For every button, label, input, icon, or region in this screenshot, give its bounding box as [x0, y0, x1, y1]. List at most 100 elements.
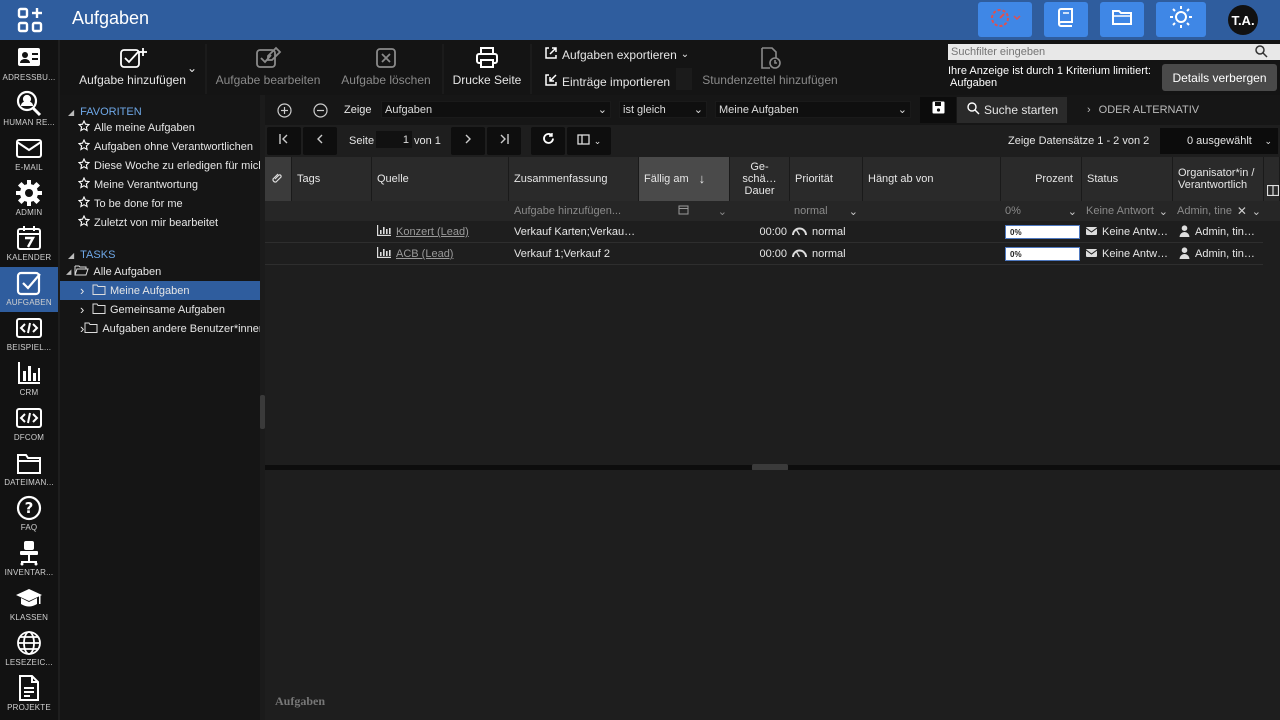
- tree-item-folder[interactable]: › Meine Aufgaben: [60, 281, 260, 300]
- columns-button[interactable]: ⌄: [567, 127, 611, 155]
- tree-item-all-tasks[interactable]: ◢ Alle Aufgaben: [60, 262, 260, 281]
- filter-operator-select[interactable]: ist gleich ⌄: [619, 101, 707, 118]
- refresh-button[interactable]: [531, 127, 565, 155]
- or-alternative-toggle[interactable]: › ODER ALTERNATIV: [1087, 104, 1199, 116]
- nav-item-label: CRM: [19, 388, 39, 397]
- remove-filter-icon[interactable]: [313, 103, 328, 123]
- favorite-item[interactable]: Meine Verantwortung: [60, 175, 260, 194]
- save-icon: [932, 101, 945, 119]
- col-source[interactable]: Quelle: [372, 157, 509, 201]
- lead-chart-icon: [377, 225, 391, 239]
- page-label: Seite: [349, 135, 375, 147]
- export-tasks-button[interactable]: Aufgaben exportieren ⌄: [544, 46, 689, 63]
- delete-task-button[interactable]: Aufgabe löschen: [330, 40, 442, 95]
- nav-item-folder[interactable]: DATEIMAN...: [0, 447, 58, 492]
- table-row[interactable]: Konzert (Lead) Verkauf Karten;Verkau… 00:0…: [265, 221, 1263, 243]
- prev-page-button[interactable]: [303, 127, 337, 155]
- nav-item-task-check[interactable]: AUFGABEN: [0, 267, 58, 312]
- chevron-right-icon: ›: [80, 283, 85, 298]
- start-search-button[interactable]: Suche starten: [957, 97, 1067, 123]
- nav-item-question[interactable]: ? FAQ: [0, 492, 58, 537]
- nav-item-chair[interactable]: INVENTAR...: [0, 537, 58, 582]
- star-icon: [77, 138, 91, 154]
- nav-item-gear[interactable]: ADMIN: [0, 177, 58, 222]
- add-filter-icon[interactable]: [277, 103, 292, 123]
- percent-filter-select[interactable]: 0% ⌄: [1002, 204, 1080, 218]
- tree-item-folder[interactable]: › Gemeinsame Aufgaben: [60, 300, 260, 319]
- nav-item-addressbook[interactable]: ADRESSBU...: [0, 42, 58, 87]
- save-filter-button[interactable]: [920, 97, 956, 123]
- nav-item-label: AUFGABEN: [6, 298, 52, 307]
- nav-item-code[interactable]: DFCOM: [0, 402, 58, 447]
- first-page-button[interactable]: [267, 127, 301, 155]
- theme-button[interactable]: [1156, 2, 1206, 37]
- status-filter-select[interactable]: Keine Antwort ⌄: [1083, 204, 1171, 218]
- hide-details-button[interactable]: Details verbergen: [1162, 64, 1277, 91]
- source-link[interactable]: ACB (Lead): [396, 248, 453, 260]
- nav-item-calendar[interactable]: KALENDER: [0, 222, 58, 267]
- print-button[interactable]: Drucke Seite: [446, 40, 528, 95]
- col-estimated-duration[interactable]: Ge- schä… Dauer: [730, 157, 790, 201]
- col-organizer[interactable]: Organisator*in / Verantwortlich: [1173, 157, 1264, 201]
- tree-item-folder[interactable]: › Aufgaben andere Benutzer*innen: [60, 319, 260, 338]
- col-summary[interactable]: Zusammenfassung: [509, 157, 639, 201]
- book-button[interactable]: [1044, 2, 1088, 37]
- organizer-filter-select[interactable]: Admin, tine ✕ ⌄: [1174, 204, 1264, 218]
- stopwatch-button[interactable]: [978, 2, 1032, 37]
- filter-field-select[interactable]: Aufgaben ⌄: [381, 101, 611, 118]
- chevron-left-icon: [314, 132, 326, 150]
- nav-item-mail[interactable]: E-MAIL: [0, 132, 58, 177]
- favorite-item[interactable]: Alle meine Aufgaben: [60, 118, 260, 137]
- separator: [205, 44, 207, 94]
- priority-filter-select[interactable]: normal ⌄: [791, 204, 861, 218]
- col-depends-on[interactable]: Hängt ab von: [863, 157, 1001, 201]
- col-percent[interactable]: Prozent: [1001, 157, 1082, 201]
- page-input[interactable]: [376, 131, 412, 148]
- clear-icon[interactable]: ✕: [1237, 204, 1247, 218]
- edit-task-button[interactable]: Aufgabe bearbeiten: [208, 40, 328, 95]
- filter-value-select[interactable]: Meine Aufgaben ⌄: [715, 101, 911, 118]
- import-entries-button[interactable]: Einträge importieren: [544, 73, 670, 90]
- favorite-item[interactable]: Zuletzt von mir bearbeitet: [60, 213, 260, 232]
- column-label: Priorität: [795, 173, 833, 185]
- nav-item-code[interactable]: BEISPIEL...: [0, 312, 58, 357]
- add-task-menu-button[interactable]: ⌄: [182, 40, 202, 95]
- apps-grid-icon[interactable]: [16, 6, 44, 34]
- col-due-date[interactable]: Fällig am ↓: [639, 157, 730, 201]
- task-delete-icon: [330, 46, 442, 70]
- export-icon: [544, 46, 558, 63]
- favorite-item[interactable]: Aufgaben ohne Verantwortlichen: [60, 137, 260, 156]
- folder-label: Gemeinsame Aufgaben: [110, 303, 225, 316]
- col-priority[interactable]: Priorität: [790, 157, 863, 201]
- folder-button[interactable]: [1100, 2, 1144, 37]
- nav-item-document[interactable]: PROJEKTE: [0, 672, 58, 717]
- next-page-button[interactable]: [451, 127, 485, 155]
- col-status[interactable]: Status: [1082, 157, 1173, 201]
- favorite-item[interactable]: To be done for me: [60, 194, 260, 213]
- col-tags[interactable]: Tags: [292, 157, 372, 201]
- selection-dropdown[interactable]: 0 ausgewählt ⌄: [1160, 128, 1278, 154]
- source-link[interactable]: Konzert (Lead): [396, 226, 469, 238]
- detail-panel: Aufgaben: [265, 470, 1280, 720]
- column-chooser-icon[interactable]: [1266, 183, 1280, 201]
- last-page-icon: [498, 132, 510, 150]
- favorite-label: To be done for me: [94, 197, 183, 210]
- favorite-item[interactable]: Diese Woche zu erledigen für mich: [60, 156, 260, 175]
- organizer-cell: Admin, tin…: [1179, 221, 1265, 243]
- search-input[interactable]: [948, 44, 1280, 60]
- add-timesheet-button[interactable]: Stundenzettel hinzufügen: [694, 40, 846, 95]
- search-icon[interactable]: [1255, 45, 1268, 63]
- favorites-header[interactable]: ◢ FAVORITEN: [68, 106, 142, 118]
- nav-item-globe[interactable]: LESEZEIC...: [0, 627, 58, 672]
- last-page-button[interactable]: [487, 127, 521, 155]
- avatar[interactable]: T.A.: [1228, 5, 1258, 35]
- nav-item-bar-chart[interactable]: CRM: [0, 357, 58, 402]
- summary-filter-input[interactable]: Aufgabe hinzufügen...: [511, 204, 637, 218]
- attachment-column[interactable]: [265, 157, 292, 201]
- tasks-header[interactable]: ◢ TASKS: [68, 249, 115, 261]
- nav-item-person-search[interactable]: HUMAN RE...: [0, 87, 58, 132]
- due-date-filter[interactable]: ⌄: [675, 204, 730, 218]
- nav-item-graduation-cap[interactable]: KLASSEN: [0, 582, 58, 627]
- chevron-down-icon: ⌄: [1264, 135, 1272, 146]
- table-row[interactable]: ACB (Lead) Verkauf 1;Verkauf 2 00:00 normal…: [265, 243, 1263, 265]
